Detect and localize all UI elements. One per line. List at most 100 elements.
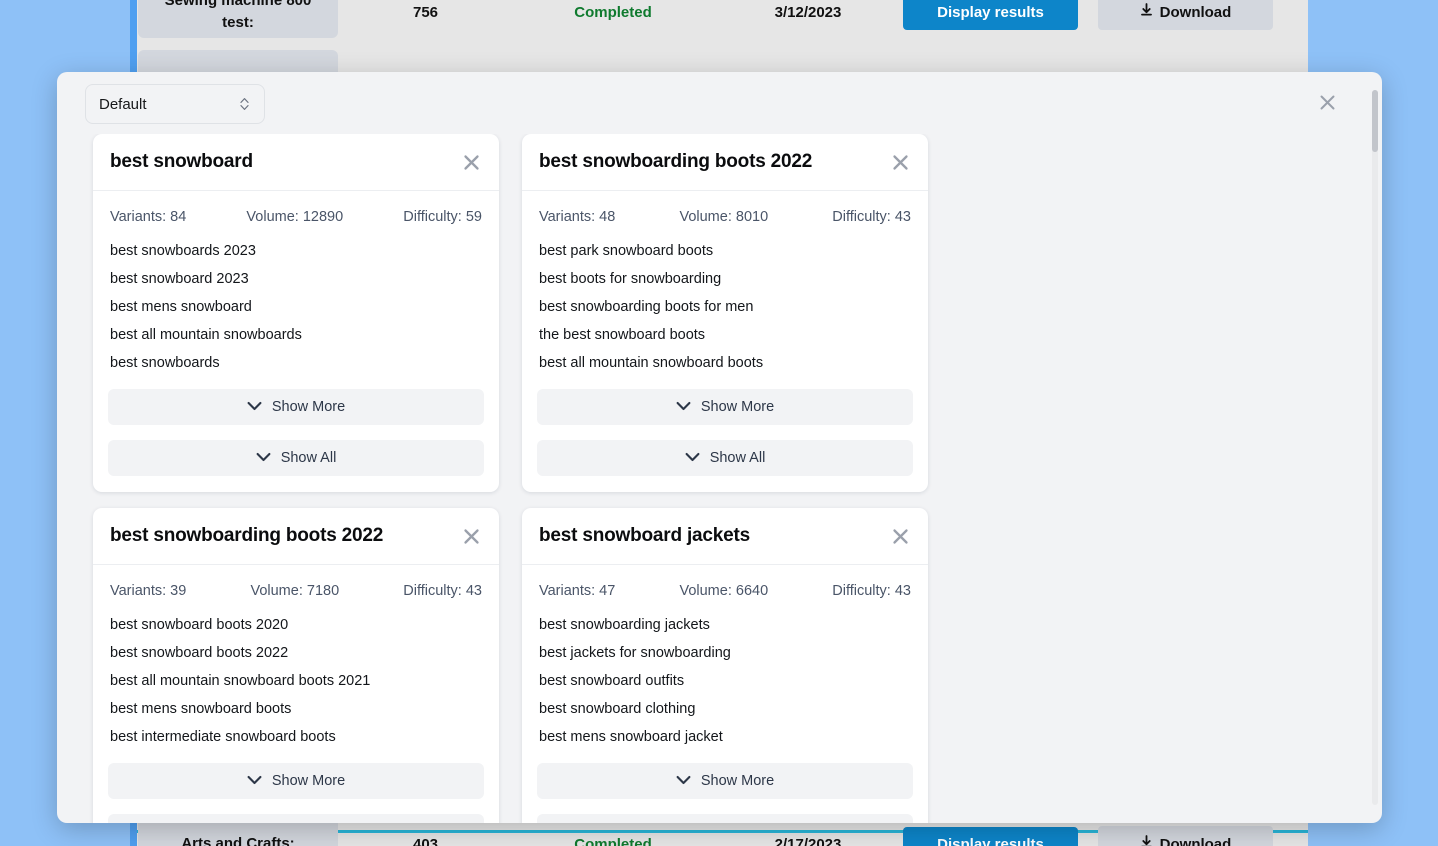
show-all-button[interactable]: Show All [537,440,913,476]
stat-volume: Volume: 6640 [679,583,768,599]
show-all-button[interactable]: Show All [108,440,484,476]
show-more-button[interactable]: Show More [108,389,484,425]
table-cell-count: 403 [338,836,513,846]
chevron-down-icon [676,773,691,789]
card-actions: Show More Show All [522,383,928,492]
list-item: best all mountain snowboard boots [539,349,911,377]
keyword-clusters-modal: Default best s [57,72,1382,823]
display-results-button[interactable]: Display results [903,827,1078,846]
download-icon [1140,3,1153,21]
show-more-label: Show More [272,399,345,415]
download-button[interactable]: Download [1098,826,1273,846]
show-all-label: Show All [710,450,766,466]
sort-order-select[interactable]: Default [85,84,265,124]
status-badge: Completed [513,4,713,21]
stat-difficulty: Difficulty: 43 [832,209,911,225]
chevron-down-icon [676,399,691,415]
stat-variants: Variants: 48 [539,209,615,225]
card-header: best snowboarding boots 2022 [522,134,928,191]
stat-variants: Variants: 39 [110,583,186,599]
show-more-label: Show More [701,399,774,415]
card-stats: Variants: 39 Volume: 7180 Difficulty: 43 [93,565,499,599]
sort-order-select-value: Default [99,96,147,113]
show-more-button[interactable]: Show More [108,763,484,799]
list-item: best boots for snowboarding [539,265,911,293]
project-name-line-2: test: [222,12,254,35]
show-all-button[interactable]: Show All [108,814,484,823]
list-item: best snowboard boots 2020 [110,611,482,639]
card-title: best snowboarding boots 2022 [110,525,383,547]
close-icon [463,528,480,545]
list-item: best snowboards 2023 [110,237,482,265]
card-header: best snowboard [93,134,499,191]
show-more-label: Show More [701,773,774,789]
card-stats: Variants: 47 Volume: 6640 Difficulty: 43 [522,565,928,599]
keyword-cluster-card: best snowboarding boots 2022 Variants: 4… [522,134,928,492]
stat-difficulty: Difficulty: 43 [832,583,911,599]
display-results-button[interactable]: Display results [903,0,1078,30]
keyword-cluster-card: best snowboard Variants: 84 Volume: 1289… [93,134,499,492]
close-icon [463,154,480,171]
download-button[interactable]: Download [1098,0,1273,30]
show-more-button[interactable]: Show More [537,389,913,425]
close-icon [892,154,909,171]
card-close-button[interactable] [887,149,914,176]
project-name-line-1: Arts and Crafts: [181,833,294,846]
card-term-list: best snowboard boots 2020 best snowboard… [93,599,499,757]
card-term-list: best park snowboard boots best boots for… [522,225,928,383]
chevron-down-icon [256,450,271,466]
card-close-button[interactable] [887,523,914,550]
card-close-button[interactable] [458,149,485,176]
list-item: best snowboard clothing [539,695,911,723]
close-icon [892,528,909,545]
modal-close-button[interactable] [1313,88,1342,117]
list-item: best all mountain snowboards [110,321,482,349]
chevron-down-icon [685,450,700,466]
show-all-button[interactable]: Show All [537,814,913,823]
close-icon [1319,94,1336,111]
list-item: best snowboard boots 2022 [110,639,482,667]
card-title: best snowboard jackets [539,525,750,547]
card-term-list: best snowboarding jackets best jackets f… [522,599,928,757]
card-title: best snowboarding boots 2022 [539,151,812,173]
list-item: best snowboarding boots for men [539,293,911,321]
table-cell-count: 756 [338,4,513,21]
keyword-cluster-card: best snowboard jackets Variants: 47 Volu… [522,508,928,823]
list-item: best mens snowboard [110,293,482,321]
stat-volume: Volume: 7180 [250,583,339,599]
card-close-button[interactable] [458,523,485,550]
table-cell-date: 2/17/2023 [713,836,903,846]
stat-variants: Variants: 47 [539,583,615,599]
card-stats: Variants: 48 Volume: 8010 Difficulty: 43 [522,191,928,225]
list-item: best intermediate snowboard boots [110,723,482,751]
show-more-button[interactable]: Show More [537,763,913,799]
card-header: best snowboarding boots 2022 [93,508,499,565]
download-button-label: Download [1160,836,1232,846]
chevron-down-icon [247,773,262,789]
card-actions: Show More Show All [522,757,928,823]
list-item: the best snowboard boots [539,321,911,349]
modal-scrollbar[interactable] [1372,90,1378,805]
table-row: Sewing machine 800 test: 756 Completed 3… [130,0,1308,38]
chevron-down-icon [247,399,262,415]
keyword-cluster-card: best snowboarding boots 2022 Variants: 3… [93,508,499,823]
project-name-line-1: Sewing machine 800 [165,0,312,12]
table-cell-date: 3/12/2023 [713,4,903,21]
download-icon [1140,835,1153,846]
stat-difficulty: Difficulty: 43 [403,583,482,599]
list-item: best all mountain snowboard boots 2021 [110,667,482,695]
stat-variants: Variants: 84 [110,209,186,225]
keyword-cluster-grid: best snowboard Variants: 84 Volume: 1289… [57,134,1382,823]
card-title: best snowboard [110,151,253,173]
list-item: best jackets for snowboarding [539,639,911,667]
card-actions: Show More Show All [93,757,499,823]
show-all-label: Show All [281,450,337,466]
modal-inner: Default best s [57,72,1382,823]
chevron-updown-icon [239,96,250,112]
list-item: best snowboard 2023 [110,265,482,293]
card-term-list: best snowboards 2023 best snowboard 2023… [93,225,499,383]
card-header: best snowboard jackets [522,508,928,565]
modal-scrollbar-thumb[interactable] [1372,90,1378,152]
card-actions: Show More Show All [93,383,499,492]
download-button-label: Download [1160,4,1232,21]
